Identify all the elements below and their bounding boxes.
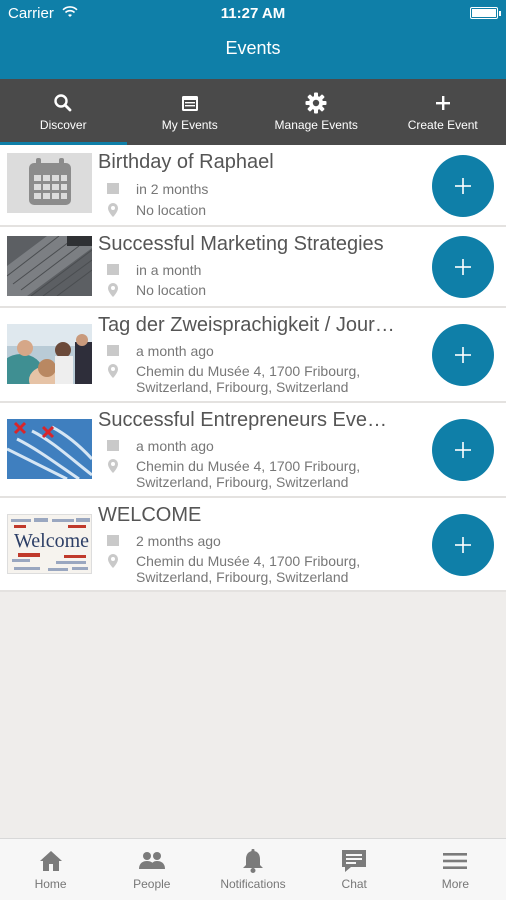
nav-label: More (441, 877, 470, 891)
calendar-icon (106, 262, 120, 278)
event-location-row: Chemin du Musée 4, 1700 Fribourg, Switze… (106, 458, 396, 490)
calendar-icon (29, 158, 71, 205)
add-event-button[interactable] (432, 419, 494, 481)
event-date-row: a month ago (106, 438, 396, 454)
event-date-row: in a month (106, 262, 396, 278)
nav-home[interactable]: Home (0, 839, 101, 900)
event-list-item[interactable]: Welcome WELCOME 2 months ago Chemin du M… (0, 498, 506, 592)
status-bar: Carrier 11:27 AM (0, 0, 506, 26)
event-location: No location (136, 202, 207, 218)
calendar-icon (106, 533, 120, 549)
event-location: No location (136, 282, 207, 298)
location-pin-icon (106, 553, 120, 585)
event-title: Successful Marketing Strategies (98, 233, 384, 255)
location-pin-icon (106, 202, 120, 218)
event-thumbnail: Welcome (7, 514, 92, 574)
event-thumbnail (7, 419, 92, 479)
add-event-button[interactable] (432, 514, 494, 576)
chat-icon (341, 848, 367, 874)
event-location-row: Chemin du Musée 4, 1700 Fribourg, Switze… (106, 553, 396, 585)
search-icon (53, 92, 73, 114)
event-thumbnail (7, 236, 92, 296)
bottom-navigation: Home People Notifications Chat More (0, 838, 506, 900)
events-tab-bar: Discover My Events Manage Events Create … (0, 79, 506, 145)
event-date: 2 months ago (136, 533, 221, 549)
bell-icon (242, 848, 264, 874)
event-list: Birthday of Raphael in 2 months No locat… (0, 145, 506, 592)
plus-icon (455, 442, 471, 458)
roof-photo (7, 236, 92, 296)
people-icon (138, 848, 166, 874)
event-location-row: No location (106, 202, 396, 218)
calendar-icon (106, 438, 120, 454)
gear-icon (305, 92, 327, 114)
nav-people[interactable]: People (101, 839, 202, 900)
calendar-icon (180, 92, 200, 114)
welcome-word-cloud: Welcome (8, 515, 91, 573)
menu-icon (443, 848, 468, 874)
tab-label: Create Event (407, 118, 478, 132)
location-pin-icon (106, 363, 120, 395)
plus-icon (434, 92, 452, 114)
event-date-row: a month ago (106, 343, 396, 359)
welcome-word: Welcome (14, 530, 89, 552)
event-title: Tag der Zweisprachigkeit / Jour… (98, 314, 395, 336)
tab-label: My Events (161, 118, 218, 132)
nav-more[interactable]: More (405, 839, 506, 900)
add-event-button[interactable] (432, 155, 494, 217)
event-list-item[interactable]: Birthday of Raphael in 2 months No locat… (0, 145, 506, 227)
event-location: Chemin du Musée 4, 1700 Fribourg, Switze… (136, 553, 361, 585)
location-pin-icon (106, 282, 120, 298)
chart-photo (7, 419, 92, 479)
tab-my-events[interactable]: My Events (127, 79, 254, 145)
event-title: Birthday of Raphael (98, 151, 274, 173)
add-event-button[interactable] (432, 236, 494, 298)
plus-icon (455, 259, 471, 275)
event-list-item[interactable]: Tag der Zweisprachigkeit / Jour… a month… (0, 308, 506, 403)
people-photo (7, 324, 92, 384)
nav-chat[interactable]: Chat (304, 839, 405, 900)
add-event-button[interactable] (432, 324, 494, 386)
tab-create-event[interactable]: Create Event (380, 79, 506, 145)
nav-notifications[interactable]: Notifications (202, 839, 303, 900)
event-title: Successful Entrepreneurs Eve… (98, 409, 388, 431)
status-time: 11:27 AM (220, 5, 286, 22)
event-date: a month ago (136, 438, 214, 454)
event-date-row: 2 months ago (106, 533, 396, 549)
nav-label: Home (34, 877, 67, 891)
tab-label: Discover (39, 118, 87, 132)
event-date: a month ago (136, 343, 214, 359)
plus-icon (455, 537, 471, 553)
tab-discover[interactable]: Discover (0, 79, 127, 145)
plus-icon (455, 178, 471, 194)
home-icon (39, 848, 63, 874)
calendar-icon (106, 181, 120, 197)
location-pin-icon (106, 458, 120, 490)
event-location: Chemin du Musée 4, 1700 Fribourg, Switze… (136, 458, 361, 490)
battery-icon (470, 7, 501, 19)
page-title: Events (225, 38, 281, 58)
header-bar: Carrier 11:27 AM Events (0, 0, 506, 79)
nav-label: Chat (341, 877, 367, 891)
tab-label: Manage Events (274, 118, 358, 132)
event-title: WELCOME (98, 504, 202, 526)
event-list-item[interactable]: Successful Entrepreneurs Eve… a month ag… (0, 403, 506, 498)
event-date: in 2 months (136, 181, 209, 197)
event-location-row: No location (106, 282, 396, 298)
event-thumbnail (7, 324, 92, 384)
event-thumbnail (7, 153, 92, 213)
event-list-item[interactable]: Successful Marketing Strategies in a mon… (0, 227, 506, 308)
event-location-row: Chemin du Musée 4, 1700 Fribourg, Switze… (106, 363, 396, 395)
event-date-row: in 2 months (106, 181, 396, 197)
event-date: in a month (136, 262, 202, 278)
tab-manage-events[interactable]: Manage Events (253, 79, 380, 145)
calendar-icon (106, 343, 120, 359)
plus-icon (455, 347, 471, 363)
event-location: Chemin du Musée 4, 1700 Fribourg, Switze… (136, 363, 361, 395)
nav-label: People (133, 877, 171, 891)
nav-label: Notifications (220, 877, 286, 891)
